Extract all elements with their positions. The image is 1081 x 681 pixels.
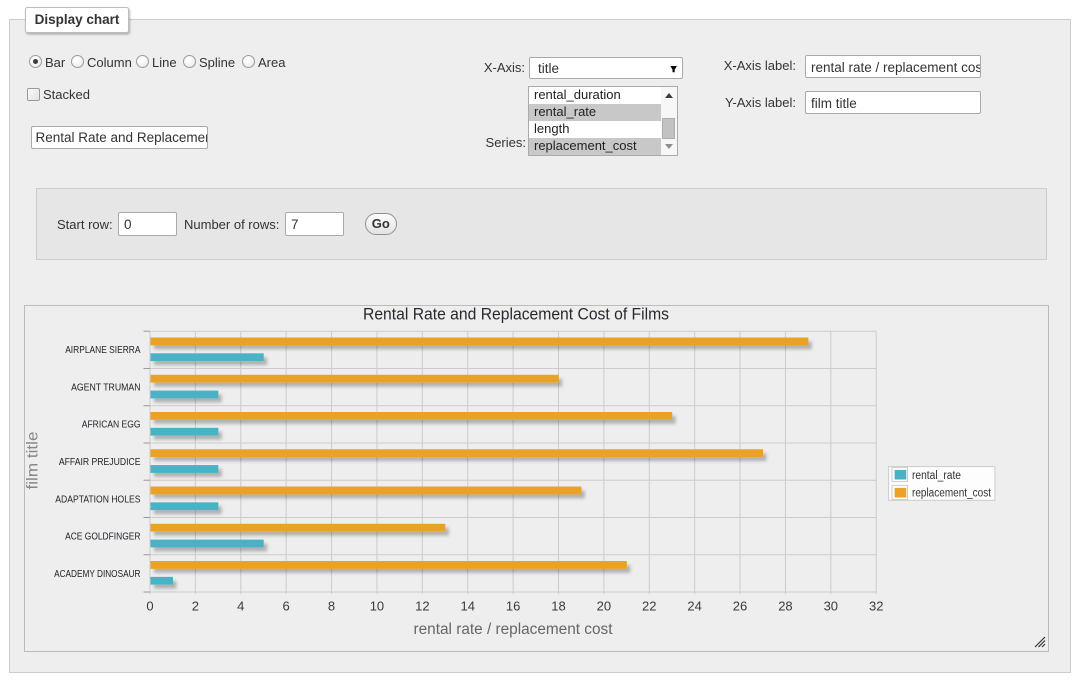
svg-text:AFRICAN EGG: AFRICAN EGG bbox=[82, 420, 141, 431]
svg-text:replacement_cost: replacement_cost bbox=[912, 488, 992, 500]
svg-text:6: 6 bbox=[283, 599, 290, 614]
svg-text:18: 18 bbox=[551, 599, 565, 614]
svg-text:22: 22 bbox=[642, 599, 656, 614]
svg-text:20: 20 bbox=[597, 599, 611, 614]
svg-text:ADAPTATION HOLES: ADAPTATION HOLES bbox=[55, 494, 140, 505]
svg-text:rental_rate: rental_rate bbox=[912, 470, 961, 482]
svg-text:2: 2 bbox=[192, 599, 199, 614]
svg-text:AFFAIR PREJUDICE: AFFAIR PREJUDICE bbox=[59, 457, 141, 468]
svg-text:Rental Rate and Replacement Co: Rental Rate and Replacement Cost of Film… bbox=[363, 304, 669, 323]
svg-text:ACE GOLDFINGER: ACE GOLDFINGER bbox=[65, 532, 140, 543]
svg-text:AIRPLANE SIERRA: AIRPLANE SIERRA bbox=[65, 345, 141, 356]
svg-text:28: 28 bbox=[778, 599, 792, 614]
svg-text:16: 16 bbox=[506, 599, 520, 614]
svg-text:26: 26 bbox=[733, 599, 747, 614]
svg-text:4: 4 bbox=[237, 599, 244, 614]
svg-text:14: 14 bbox=[460, 599, 474, 614]
svg-text:12: 12 bbox=[415, 599, 429, 614]
svg-text:0: 0 bbox=[146, 599, 153, 614]
svg-text:rental rate / replacement cost: rental rate / replacement cost bbox=[414, 621, 614, 638]
svg-text:24: 24 bbox=[687, 599, 701, 614]
svg-text:10: 10 bbox=[370, 599, 384, 614]
svg-text:AGENT TRUMAN: AGENT TRUMAN bbox=[71, 382, 140, 393]
svg-text:film title: film title bbox=[25, 431, 42, 489]
svg-text:8: 8 bbox=[328, 599, 335, 614]
svg-text:30: 30 bbox=[824, 599, 838, 614]
svg-text:ACADEMY DINOSAUR: ACADEMY DINOSAUR bbox=[54, 569, 140, 580]
svg-text:32: 32 bbox=[869, 599, 883, 614]
